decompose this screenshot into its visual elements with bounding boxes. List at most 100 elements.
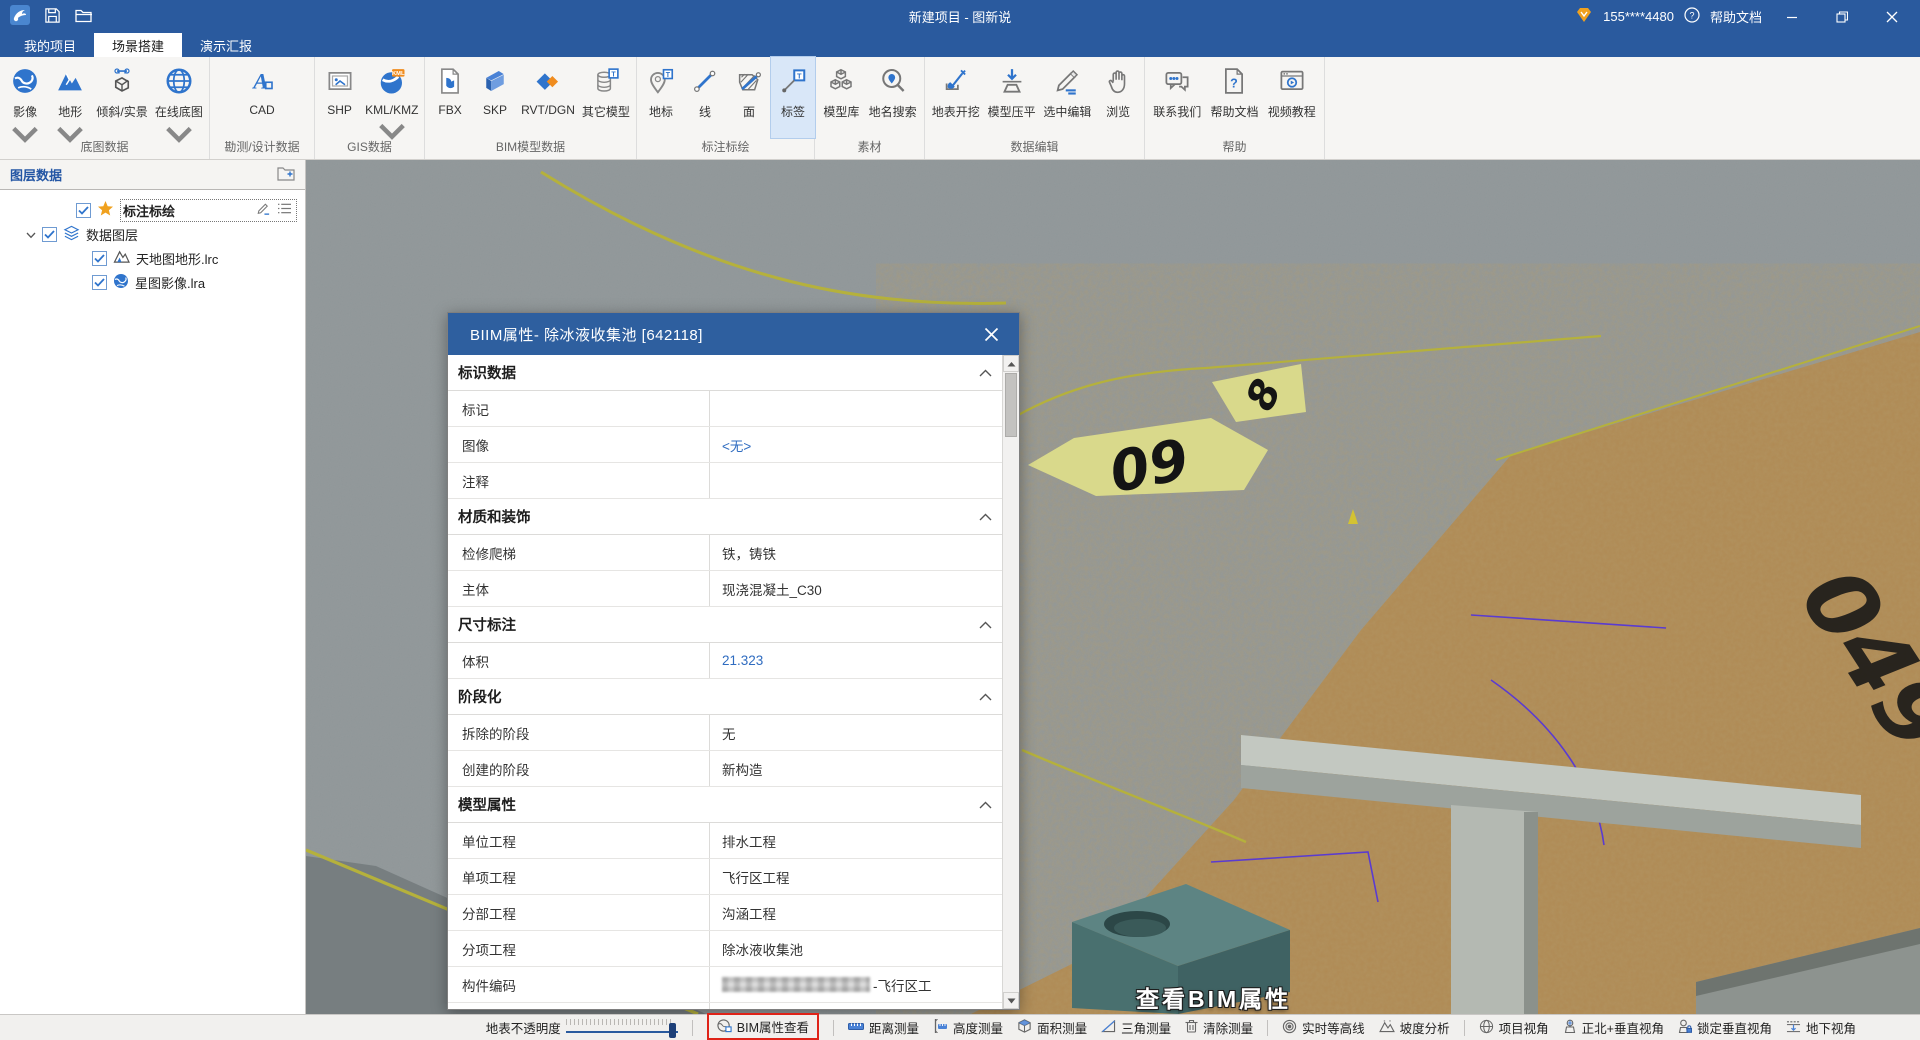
section-header[interactable]: 尺寸标注: [448, 607, 1002, 643]
model-flatten-button[interactable]: 模型压平: [985, 57, 1039, 138]
skp-button[interactable]: SKP: [473, 57, 517, 138]
layer-checkbox[interactable]: [92, 275, 107, 290]
online-basemap-button[interactable]: 在线底图: [152, 57, 206, 138]
collapse-chevron-icon[interactable]: [979, 689, 992, 704]
line-button[interactable]: 线: [683, 57, 727, 138]
rvt-dgn-button[interactable]: RVT/DGN: [518, 57, 578, 138]
model-library-button[interactable]: 模型库: [819, 57, 863, 138]
collapse-chevron-icon[interactable]: [979, 365, 992, 380]
layer-row-annotation[interactable]: 标注标绘: [0, 198, 305, 222]
property-row[interactable]: 注释: [448, 463, 1002, 499]
height-measure-button[interactable]: 高度测量: [933, 1018, 1003, 1037]
place-search-button[interactable]: 地名搜索: [866, 57, 920, 138]
property-row[interactable]: 单项工程 飞行区工程: [448, 859, 1002, 895]
section-header[interactable]: 标识数据: [448, 355, 1002, 391]
contact-us-button[interactable]: 联系我们: [1150, 57, 1204, 138]
section-header[interactable]: 阶段化: [448, 679, 1002, 715]
property-value[interactable]: 除冰液收集池: [710, 931, 1002, 966]
property-value[interactable]: [710, 391, 1002, 426]
scrollbar-thumb[interactable]: [1005, 373, 1017, 437]
terrain-dig-button[interactable]: 地表开挖: [929, 57, 983, 138]
property-row[interactable]: 单位工程 排水工程: [448, 823, 1002, 859]
kml-kmz-button[interactable]: KML KML/KMZ: [362, 57, 421, 138]
restore-button[interactable]: [1822, 0, 1862, 33]
scrollbar-track[interactable]: [1003, 438, 1019, 992]
oblique-photogrammetry-button[interactable]: 倾斜/实景: [93, 57, 150, 138]
property-row[interactable]: 构件编码 -飞行区工: [448, 967, 1002, 1003]
property-value[interactable]: <无>: [710, 427, 1002, 462]
tab-scene-build[interactable]: 场景搭建: [94, 33, 182, 57]
polygon-button[interactable]: 面: [727, 57, 771, 138]
property-row[interactable]: 标记: [448, 391, 1002, 427]
edit-pencil-icon[interactable]: [256, 201, 271, 219]
north-vertical-view-button[interactable]: 正北+垂直视角: [1563, 1018, 1664, 1037]
browse-button[interactable]: 浏览: [1096, 57, 1140, 138]
terrain-button[interactable]: 地形: [48, 57, 92, 138]
collapse-chevron-icon[interactable]: [979, 617, 992, 632]
user-account-label[interactable]: 155****4480: [1603, 9, 1674, 24]
area-measure-button[interactable]: 面积测量: [1017, 1018, 1087, 1037]
collapse-chevron-icon[interactable]: [979, 509, 992, 524]
tag-button[interactable]: T 标签: [771, 57, 815, 138]
property-row[interactable]: 创建的阶段 新构造: [448, 751, 1002, 787]
list-icon[interactable]: [277, 202, 292, 218]
section-header[interactable]: 模型属性: [448, 787, 1002, 823]
minimize-button[interactable]: [1772, 0, 1812, 33]
property-value[interactable]: 无: [710, 715, 1002, 750]
property-value[interactable]: 新构造: [710, 751, 1002, 786]
other-model-button[interactable]: T 其它模型: [579, 57, 633, 138]
underground-view-button[interactable]: 地下视角: [1786, 1018, 1856, 1037]
edit-selected-button[interactable]: 选中编辑: [1040, 57, 1094, 138]
close-button[interactable]: [1872, 0, 1912, 33]
tab-my-projects[interactable]: 我的项目: [6, 33, 94, 57]
property-row[interactable]: 体积 21.323: [448, 643, 1002, 679]
dialog-header[interactable]: BIIM属性- 除冰液收集池 [642118]: [448, 313, 1019, 355]
collapse-chevron-icon[interactable]: [979, 797, 992, 812]
opacity-slider[interactable]: [566, 1019, 678, 1037]
realtime-contour-button[interactable]: 实时等高线: [1282, 1018, 1365, 1037]
shp-button[interactable]: SHP: [318, 57, 362, 138]
help-doc-button[interactable]: ? 帮助文档: [1207, 57, 1261, 138]
property-value[interactable]: 铁，铸铁: [710, 535, 1002, 570]
add-folder-icon[interactable]: [277, 165, 295, 184]
property-value[interactable]: 飞行区工程: [710, 859, 1002, 894]
scroll-down-arrow[interactable]: [1003, 992, 1019, 1009]
layer-checkbox[interactable]: [92, 251, 107, 266]
open-project-button[interactable]: [75, 7, 93, 27]
video-tutorial-button[interactable]: 视频教程: [1265, 57, 1319, 138]
help-doc-link[interactable]: 帮助文档: [1710, 7, 1762, 26]
slider-track[interactable]: [566, 1031, 678, 1033]
section-header[interactable]: 材质和装饰: [448, 499, 1002, 535]
layer-row-terrain[interactable]: 天地图地形.lrc: [0, 246, 305, 270]
property-row[interactable]: 分部工程 沟涵工程: [448, 895, 1002, 931]
layer-checkbox[interactable]: [42, 227, 57, 242]
triangle-measure-button[interactable]: 三角测量: [1101, 1018, 1171, 1037]
property-row[interactable]: 拆除的阶段 无: [448, 715, 1002, 751]
layer-row-imagery[interactable]: 星图影像.lra: [0, 270, 305, 294]
slider-handle[interactable]: [669, 1023, 676, 1038]
tab-presentation[interactable]: 演示汇报: [182, 33, 270, 57]
slope-analysis-button[interactable]: 坡度分析: [1379, 1018, 1450, 1037]
property-value[interactable]: 沟涵工程: [710, 895, 1002, 930]
save-button[interactable]: [44, 7, 61, 27]
distance-measure-button[interactable]: 距离测量: [848, 1018, 919, 1037]
imagery-button[interactable]: 影像: [3, 57, 47, 138]
property-value[interactable]: 21.323: [710, 643, 1002, 678]
clear-measure-button[interactable]: 清除测量: [1185, 1018, 1253, 1037]
layer-checkbox[interactable]: [76, 203, 91, 218]
placemark-button[interactable]: T 地标: [639, 57, 683, 138]
property-row[interactable]: 分项工程 除冰液收集池: [448, 931, 1002, 967]
property-value[interactable]: 现浇混凝土_C30: [710, 571, 1002, 606]
project-view-button[interactable]: 项目视角: [1479, 1018, 1549, 1037]
bim-property-view-button[interactable]: BIM属性查看: [717, 1017, 809, 1036]
property-value[interactable]: 排水工程: [710, 823, 1002, 858]
scroll-up-arrow[interactable]: [1003, 355, 1019, 372]
property-value[interactable]: -飞行区工: [710, 967, 1002, 1002]
bim-property-dialog[interactable]: BIIM属性- 除冰液收集池 [642118] 标识数据 标记 图像 <无>: [447, 312, 1020, 1010]
property-row[interactable]: 检修爬梯 铁，铸铁: [448, 535, 1002, 571]
fbx-button[interactable]: FBX: [428, 57, 472, 138]
cad-button[interactable]: A CAD: [240, 57, 284, 138]
property-row[interactable]: 主体 现浇混凝土_C30: [448, 571, 1002, 607]
expander-chevron-icon[interactable]: [26, 227, 36, 242]
property-value[interactable]: [710, 463, 1002, 498]
